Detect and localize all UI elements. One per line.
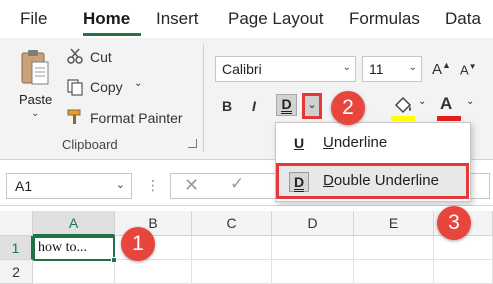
shrink-font-button[interactable]: A▼ xyxy=(460,62,477,77)
font-size-value: 11 xyxy=(369,61,384,77)
format-painter-icon xyxy=(67,109,81,124)
cut-button[interactable]: Cut xyxy=(90,49,112,65)
paste-button[interactable]: Paste xyxy=(19,92,52,107)
tab-home[interactable]: Home xyxy=(83,9,130,29)
fill-bucket-icon[interactable] xyxy=(392,94,414,116)
copy-chevron-down-icon[interactable]: ⌄ xyxy=(134,78,142,89)
font-color-swatch xyxy=(437,116,461,121)
double-underline-icon: D xyxy=(289,172,309,192)
font-name-select[interactable]: Calibri ⌄ xyxy=(215,56,356,82)
column-header[interactable]: E xyxy=(354,211,434,236)
cell[interactable] xyxy=(434,236,493,260)
underline-dropdown-button[interactable]: ⌄ xyxy=(302,93,322,119)
column-header[interactable]: C xyxy=(192,211,272,236)
menu-item-label: Underline xyxy=(323,134,388,151)
fill-color-chevron-down-icon[interactable]: ⌄ xyxy=(418,96,426,107)
tab-formulas[interactable]: Formulas xyxy=(349,9,420,29)
cell[interactable] xyxy=(192,236,272,260)
cell[interactable] xyxy=(354,236,434,260)
font-color-chevron-down-icon[interactable]: ⌄ xyxy=(466,96,474,107)
name-box-value: A1 xyxy=(15,178,33,194)
menu-item-underline[interactable]: U Underline xyxy=(279,127,467,159)
font-size-select[interactable]: 11 ⌄ xyxy=(362,56,422,82)
clipboard-launcher-icon[interactable] xyxy=(188,139,197,148)
tab-insert[interactable]: Insert xyxy=(156,9,199,29)
fill-color-swatch xyxy=(391,116,415,121)
menu-item-double-underline[interactable]: D Double Underline xyxy=(276,163,469,199)
cell[interactable] xyxy=(272,236,354,260)
callout-badge-3: 3 xyxy=(437,206,471,240)
row-header[interactable]: 1 xyxy=(0,236,33,260)
copy-icon xyxy=(67,79,83,96)
tab-page-layout[interactable]: Page Layout xyxy=(228,9,323,29)
callout-badge-2: 2 xyxy=(331,91,365,125)
cell-a1[interactable]: how to... xyxy=(33,236,115,261)
ribbon-tabs: File Home Insert Page Layout Formulas Da… xyxy=(0,0,493,38)
bold-button[interactable]: B xyxy=(222,98,232,114)
cell[interactable] xyxy=(33,260,115,284)
select-all-corner[interactable] xyxy=(0,211,33,236)
cell[interactable] xyxy=(192,260,272,284)
enter-icon[interactable]: ✓ xyxy=(230,174,244,194)
column-header[interactable]: D xyxy=(272,211,354,236)
cell[interactable] xyxy=(434,260,493,284)
underline-menu: U Underline D Double Underline xyxy=(275,122,471,202)
menu-item-label: Double Underline xyxy=(323,172,439,189)
more-options-icon: ⋮ xyxy=(146,177,160,193)
column-header[interactable]: A xyxy=(33,211,115,236)
grow-font-icon: A xyxy=(432,61,443,78)
font-name-value: Calibri xyxy=(222,61,262,77)
active-tab-indicator xyxy=(83,33,141,36)
paste-chevron-down-icon[interactable]: ⌄ xyxy=(31,108,39,119)
chevron-down-icon: ⌄ xyxy=(115,179,125,191)
cancel-icon[interactable]: ✕ xyxy=(184,175,199,196)
cell[interactable] xyxy=(354,260,434,284)
underline-icon: U xyxy=(293,135,305,151)
double-underline-button[interactable]: D xyxy=(276,94,297,116)
font-color-button[interactable]: A xyxy=(440,94,452,114)
worksheet-grid: A B C D E F 1 2 how to... xyxy=(0,206,493,284)
grow-font-button[interactable]: A▲ xyxy=(432,60,451,78)
cell[interactable] xyxy=(115,260,192,284)
tab-data[interactable]: Data xyxy=(445,9,481,29)
scissors-icon xyxy=(67,48,83,64)
name-box[interactable]: A1 ⌄ xyxy=(6,173,132,199)
tab-file[interactable]: File xyxy=(20,9,47,29)
fill-handle[interactable] xyxy=(111,257,117,263)
shrink-font-icon: A xyxy=(460,62,469,78)
row-header[interactable]: 2 xyxy=(0,260,33,284)
group-divider xyxy=(203,44,204,152)
italic-button[interactable]: I xyxy=(252,98,256,114)
double-underline-icon: D xyxy=(281,96,292,114)
callout-badge-1: 1 xyxy=(121,227,155,261)
clipboard-group-label: Clipboard xyxy=(62,137,118,152)
paste-icon[interactable] xyxy=(20,48,50,86)
format-painter-button[interactable]: Format Painter xyxy=(90,110,183,126)
copy-button[interactable]: Copy xyxy=(90,79,123,95)
chevron-down-icon: ⌄ xyxy=(408,62,417,73)
chevron-down-icon: ⌄ xyxy=(342,62,351,73)
cell[interactable] xyxy=(272,260,354,284)
